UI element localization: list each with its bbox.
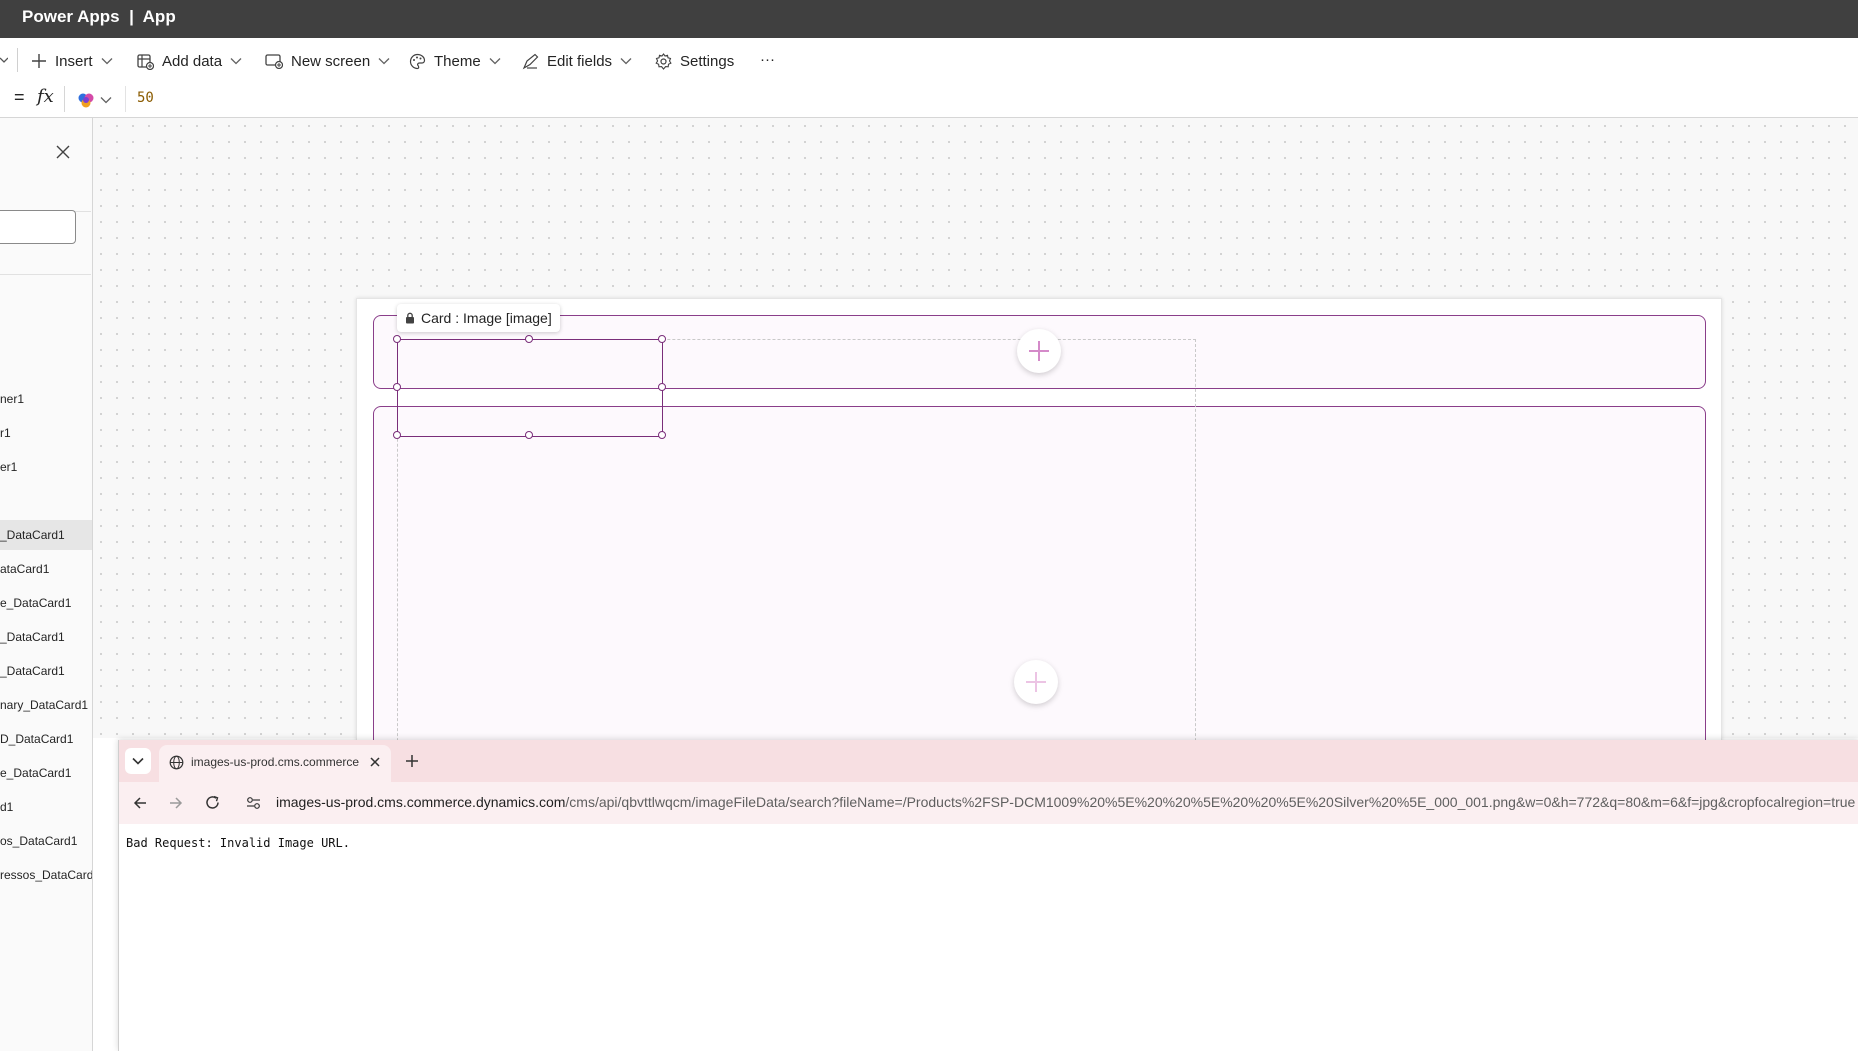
tree-item[interactable]: e_DataCard1 (0, 588, 92, 618)
tab-search-button[interactable] (125, 748, 151, 774)
theme-button[interactable]: Theme (409, 50, 501, 72)
command-bar: Insert Add data New screen Theme Edit fi… (0, 38, 1858, 83)
edit-fields-icon (522, 53, 539, 69)
resize-handle[interactable] (393, 431, 401, 439)
formula-input[interactable]: 50 (137, 90, 154, 106)
tab-title: images-us-prod.cms.commerce.dynamics.com (191, 755, 359, 769)
error-message: Bad Request: Invalid Image URL. (126, 836, 350, 850)
tree-item[interactable]: ataCard1 (0, 554, 92, 584)
equals-sign: = (14, 87, 25, 107)
url-path: /cms/api/qbvttlwqcm/imageFileData/search… (565, 794, 1856, 810)
chevron-down-icon[interactable] (0, 54, 8, 68)
table-add-icon (137, 53, 154, 70)
app-screen[interactable]: Card : Image [image] (356, 298, 1722, 771)
selected-image-card[interactable] (397, 339, 663, 437)
chevron-down-icon (101, 58, 112, 65)
toolbar-divider (17, 48, 18, 72)
tree-item[interactable]: r1 (0, 418, 92, 448)
close-icon[interactable] (369, 756, 381, 768)
app-title: Power Apps | App (22, 7, 176, 26)
chevron-down-icon (620, 58, 632, 65)
formula-divider (125, 86, 126, 112)
plus-icon (32, 54, 46, 68)
url-host: images-us-prod.cms.commerce.dynamics.com (276, 794, 566, 810)
chevron-down-icon (132, 757, 144, 765)
search-input[interactable] (0, 210, 76, 244)
lock-icon (406, 312, 414, 324)
new-tab-icon[interactable] (405, 754, 419, 768)
tree-item[interactable]: D_DataCard1 (0, 724, 92, 754)
tree-item[interactable]: ner1 (0, 384, 92, 414)
address-bar: images-us-prod.cms.commerce.dynamics.com… (119, 782, 1858, 825)
resize-handle[interactable] (658, 335, 666, 343)
resize-handle[interactable] (393, 335, 401, 343)
palette-icon (409, 53, 426, 69)
resize-handle[interactable] (658, 383, 666, 391)
settings-button[interactable]: Settings (655, 50, 734, 72)
url-field[interactable]: images-us-prod.cms.commerce.dynamics.com… (276, 794, 1858, 810)
chevron-down-icon (378, 58, 390, 65)
resize-handle[interactable] (393, 383, 401, 391)
panel-divider (0, 274, 91, 275)
site-info-icon[interactable] (246, 796, 261, 810)
browser-window: images-us-prod.cms.commerce.dynamics.com… (118, 740, 1858, 1051)
browser-tab[interactable]: images-us-prod.cms.commerce.dynamics.com (159, 745, 391, 782)
globe-icon (169, 755, 184, 770)
title-bar: Power Apps | App (0, 0, 1858, 38)
back-icon[interactable] (133, 796, 147, 810)
tree-view-panel: ner1 r1 er1 _DataCard1 ataCard1 e_DataCa… (0, 118, 93, 1051)
more-options-button[interactable]: ··· (760, 48, 775, 70)
reload-icon[interactable] (205, 795, 220, 810)
gear-icon (655, 52, 672, 70)
tree-item[interactable]: e_DataCard1 (0, 758, 92, 788)
fx-label: fx (37, 86, 54, 107)
tree-item[interactable]: _DataCard1 (0, 622, 92, 652)
plus-icon (1029, 341, 1049, 361)
tree-item[interactable]: d1 (0, 792, 92, 822)
tree-item[interactable]: os_DataCard1 (0, 826, 92, 856)
tree-item-selected[interactable]: _DataCard1 (0, 520, 92, 550)
add-control-button[interactable] (1014, 660, 1058, 704)
new-screen-button[interactable]: New screen (265, 50, 390, 72)
plus-icon (1026, 672, 1046, 692)
tree-item[interactable]: er1 (0, 452, 92, 482)
formula-bar: = fx 50 (0, 82, 1858, 118)
new-screen-icon (265, 54, 283, 69)
add-control-button[interactable] (1017, 329, 1061, 373)
close-icon[interactable] (56, 145, 70, 159)
chevron-down-icon (100, 97, 112, 104)
copilot-button[interactable] (77, 91, 119, 109)
tree-item[interactable]: _DataCard1 (0, 656, 92, 686)
resize-handle[interactable] (658, 431, 666, 439)
copilot-icon (78, 93, 94, 108)
resize-handle[interactable] (525, 431, 533, 439)
resize-handle[interactable] (525, 335, 533, 343)
tab-strip: images-us-prod.cms.commerce.dynamics.com (119, 740, 1858, 782)
tree-item[interactable]: ressos_DataCard1 (0, 860, 92, 890)
insert-button[interactable]: Insert (31, 50, 113, 72)
formula-divider (64, 86, 65, 112)
edit-fields-button[interactable]: Edit fields (522, 50, 632, 72)
chevron-down-icon (489, 58, 501, 65)
tree-item[interactable]: nary_DataCard1 (0, 690, 92, 720)
control-tooltip: Card : Image [image] (397, 304, 560, 332)
forward-icon[interactable] (169, 796, 183, 810)
add-data-button[interactable]: Add data (137, 50, 242, 72)
page-content: Bad Request: Invalid Image URL. (119, 824, 1858, 1051)
chevron-down-icon (230, 58, 242, 65)
